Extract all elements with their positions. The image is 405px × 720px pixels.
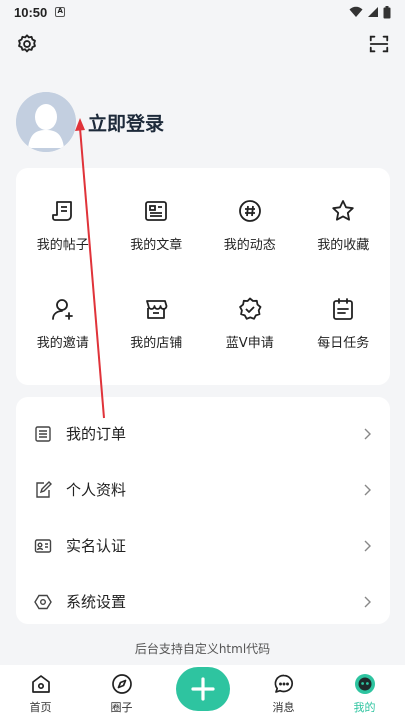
grid-item-label: 我的邀请	[36, 335, 89, 351]
verified-badge-icon	[238, 297, 262, 320]
top-toolbar	[0, 30, 405, 60]
grid-item-label: 蓝V申请	[225, 335, 274, 351]
wifi-icon	[349, 6, 363, 17]
list-item-profile[interactable]: 个人资料	[16, 464, 390, 515]
chevron-right-icon	[364, 540, 371, 551]
notification-icon: A	[55, 7, 66, 17]
grid-item-label: 每日任务	[317, 335, 370, 351]
tab-publish[interactable]	[162, 665, 243, 720]
chevron-right-icon	[364, 428, 371, 439]
store-icon	[146, 299, 168, 319]
grid-item-label: 我的帖子	[36, 237, 89, 253]
profile-header[interactable]: 立即登录	[16, 92, 164, 152]
list-item-label: 我的订单	[66, 425, 127, 443]
list-item-orders[interactable]: 我的订单	[16, 408, 390, 459]
grid-item-daily-task[interactable]: 每日任务	[297, 274, 391, 372]
me-face-icon	[354, 674, 375, 694]
tab-me[interactable]: 我的	[324, 665, 405, 720]
list-item-label: 实名认证	[66, 537, 127, 555]
compass-icon	[111, 674, 132, 694]
grid-item-favorites[interactable]: 我的收藏	[297, 176, 391, 274]
calendar-task-icon	[333, 297, 354, 320]
grid-item-articles[interactable]: 我的文章	[110, 176, 204, 274]
list-item-settings[interactable]: 系统设置	[16, 576, 390, 627]
grid-item-bluev[interactable]: 蓝V申请	[203, 274, 297, 372]
hashtag-icon	[238, 199, 261, 222]
battery-icon	[383, 5, 391, 18]
status-time: 10:50	[14, 4, 48, 20]
grid-item-label: 我的动态	[223, 237, 276, 253]
tab-label: 消息	[272, 701, 295, 714]
grid-item-posts[interactable]: 我的帖子	[16, 176, 110, 274]
scan-icon[interactable]	[366, 31, 392, 57]
tab-label: 圈子	[110, 701, 133, 714]
default-avatar-icon	[16, 92, 76, 152]
tab-label: 我的	[353, 701, 376, 714]
plus-icon	[190, 677, 215, 701]
list-item-label: 系统设置	[66, 593, 127, 611]
list-item-verification[interactable]: 实名认证	[16, 520, 390, 571]
grid-item-activity[interactable]: 我的动态	[203, 176, 297, 274]
grid-item-store[interactable]: 我的店铺	[110, 274, 204, 372]
list-item-label: 个人资料	[66, 481, 127, 499]
menu-list-card: 我的订单 个人资料 实名认证 系统设置	[16, 397, 390, 624]
settings-gear-icon[interactable]	[14, 31, 40, 57]
article-icon	[145, 200, 168, 221]
tab-circle[interactable]: 圈子	[81, 665, 162, 720]
star-icon	[332, 199, 354, 221]
post-icon	[51, 200, 72, 221]
tab-home[interactable]: 首页	[0, 665, 81, 720]
signal-icon	[368, 7, 378, 17]
feature-grid-card: 我的帖子 我的文章 我的动态 我的收藏 我的邀请 我的店铺 蓝V申请 每日任务	[16, 168, 390, 385]
home-icon	[31, 675, 50, 693]
invite-user-icon	[51, 298, 73, 320]
publish-button[interactable]	[175, 667, 230, 711]
grid-item-label: 我的文章	[130, 237, 183, 253]
grid-item-label: 我的店铺	[130, 335, 183, 351]
order-list-icon	[35, 425, 51, 442]
tab-messages[interactable]: 消息	[243, 665, 324, 720]
footer-note: 后台支持自定义html代码	[134, 642, 271, 656]
bottom-tab-bar: 首页 圈子 消息 我的	[0, 665, 405, 720]
hexagon-settings-icon	[34, 594, 52, 609]
grid-item-invite[interactable]: 我的邀请	[16, 274, 110, 372]
chevron-right-icon	[364, 484, 371, 495]
edit-profile-icon	[36, 480, 52, 498]
grid-item-label: 我的收藏	[317, 237, 370, 253]
chevron-right-icon	[364, 596, 371, 607]
avatar[interactable]	[16, 92, 76, 152]
login-link[interactable]: 立即登录	[88, 109, 164, 136]
chat-icon	[274, 674, 293, 693]
id-card-icon	[34, 538, 52, 553]
status-right-icons	[349, 5, 391, 19]
status-bar: 10:50 A	[0, 0, 405, 24]
tab-label: 首页	[29, 701, 52, 714]
